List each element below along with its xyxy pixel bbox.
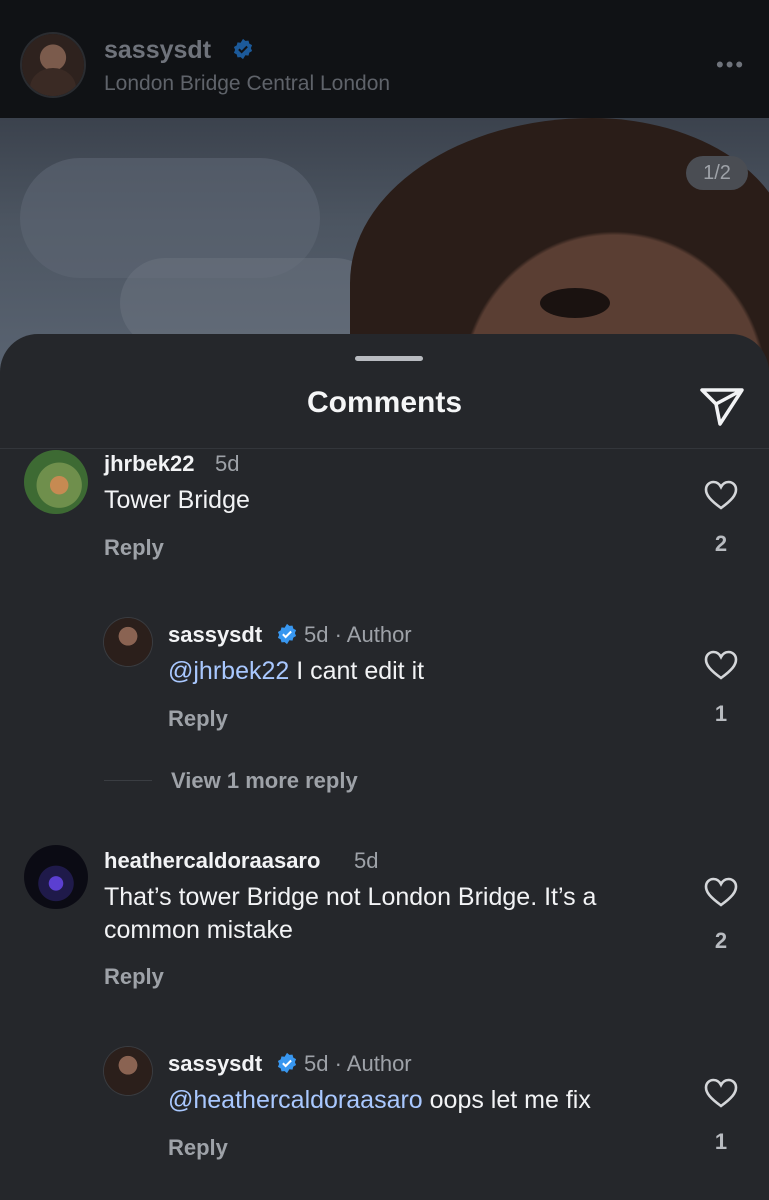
heart-icon[interactable] xyxy=(704,480,738,510)
mention-link[interactable]: @jhrbek22 xyxy=(168,657,289,685)
more-options-icon[interactable]: ••• xyxy=(716,52,745,78)
comment-username[interactable]: heathercaldoraasaro xyxy=(104,848,320,874)
reply-button[interactable]: Reply xyxy=(168,1135,228,1161)
heart-icon[interactable] xyxy=(704,877,738,907)
comment-username[interactable]: jhrbek22 xyxy=(104,451,195,477)
comment-text: Tower Bridge xyxy=(104,486,250,514)
reply-button[interactable]: Reply xyxy=(104,964,164,990)
like-count[interactable]: 2 xyxy=(704,928,738,954)
post-username[interactable]: sassysdt xyxy=(104,36,211,65)
verified-badge-icon xyxy=(277,1052,297,1074)
share-icon[interactable] xyxy=(698,384,746,428)
reply-button[interactable]: Reply xyxy=(168,706,228,732)
post-author-avatar[interactable] xyxy=(22,34,84,96)
view-more-replies-button[interactable]: View 1 more reply xyxy=(171,768,358,794)
like-count[interactable]: 1 xyxy=(704,1129,738,1155)
commenter-avatar[interactable] xyxy=(24,450,88,514)
image-counter: 1/2 xyxy=(686,156,748,190)
verified-badge-icon xyxy=(277,623,297,645)
like-count[interactable]: 1 xyxy=(704,701,738,727)
comment-time: 5d xyxy=(215,451,240,476)
heart-icon[interactable] xyxy=(704,650,738,680)
commenter-avatar[interactable] xyxy=(24,845,88,909)
sheet-title: Comments xyxy=(306,386,463,419)
post-header: sassysdt London Bridge Central London ••… xyxy=(0,0,769,118)
comment-time: 5d xyxy=(354,848,379,873)
comment-text: @heathercaldoraasaro oops let me fix xyxy=(168,1084,688,1117)
photo-eye xyxy=(540,288,610,318)
comment-username[interactable]: sassysdt xyxy=(168,622,262,648)
comment-username[interactable]: sassysdt xyxy=(168,1051,262,1077)
like-count[interactable]: 2 xyxy=(704,531,738,557)
commenter-avatar[interactable] xyxy=(104,618,152,666)
reply-button[interactable]: Reply xyxy=(104,535,164,561)
view-more-line xyxy=(104,780,152,781)
comment-text: @jhrbek22 I cant edit it xyxy=(168,655,688,688)
divider xyxy=(0,448,769,449)
comment-time: 5d · Author xyxy=(304,1051,412,1076)
sheet-drag-handle[interactable] xyxy=(355,356,423,361)
post-location[interactable]: London Bridge Central London xyxy=(104,72,390,96)
comment-text: That’s tower Bridge not London Bridge. I… xyxy=(104,883,597,944)
commenter-avatar[interactable] xyxy=(104,1047,152,1095)
comment-body: oops let me fix xyxy=(422,1086,591,1114)
verified-badge-icon xyxy=(233,38,253,60)
comments-sheet: Comments jhrbek22 5d Tower Bridge Reply … xyxy=(0,334,769,1200)
heart-icon[interactable] xyxy=(704,1078,738,1108)
comment-body: I cant edit it xyxy=(289,657,425,685)
mention-link[interactable]: @heathercaldoraasaro xyxy=(168,1086,423,1114)
comment-time: 5d · Author xyxy=(304,622,412,647)
